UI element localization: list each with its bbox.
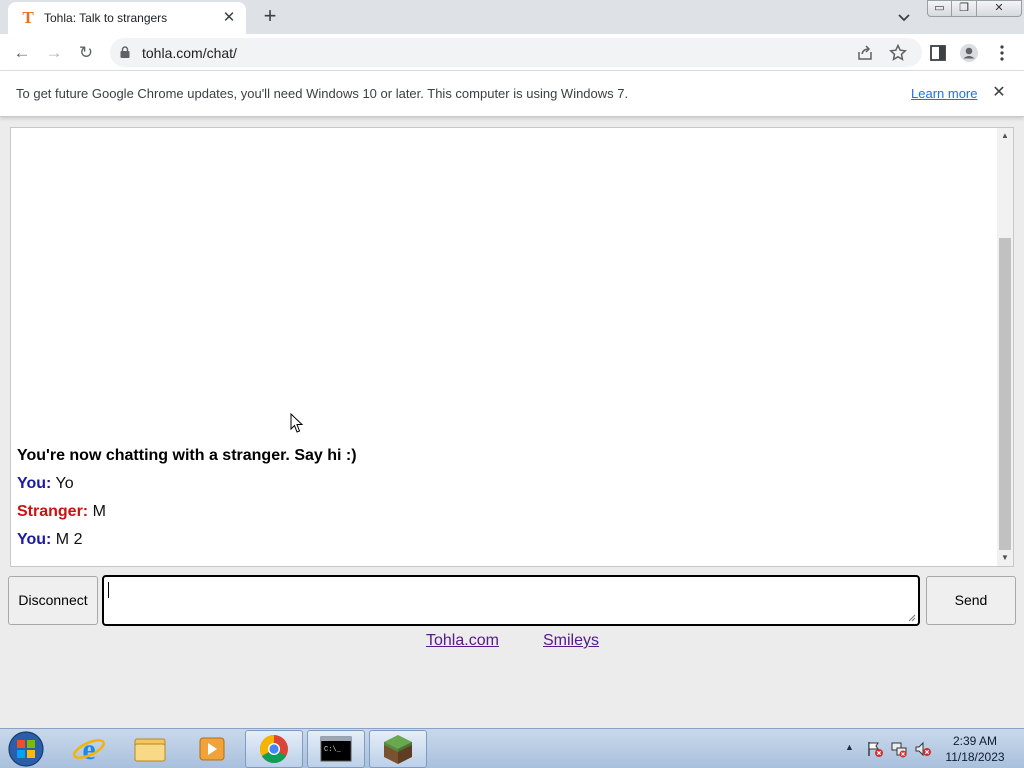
side-panel-icon[interactable] bbox=[928, 43, 948, 63]
chat-message: Stranger: M bbox=[17, 498, 977, 526]
tab-close-icon[interactable]: ✕ bbox=[220, 9, 238, 27]
text-caret bbox=[108, 582, 109, 598]
scroll-thumb[interactable] bbox=[999, 238, 1011, 550]
send-button[interactable]: Send bbox=[926, 576, 1016, 625]
new-tab-button[interactable]: + bbox=[258, 5, 282, 29]
reload-button[interactable]: ↻ bbox=[73, 40, 99, 66]
chat-message: You: M 2 bbox=[17, 526, 977, 554]
minimize-button[interactable]: ▭ bbox=[927, 0, 952, 17]
share-icon[interactable] bbox=[856, 44, 874, 62]
learn-more-link[interactable]: Learn more bbox=[911, 86, 977, 101]
message-text: M 2 bbox=[51, 531, 83, 548]
windows-start-button-icon[interactable] bbox=[6, 730, 46, 768]
browser-tab[interactable]: T Tohla: Talk to strangers ✕ bbox=[8, 2, 246, 34]
volume-muted-icon[interactable] bbox=[914, 740, 932, 758]
clock-time: 2:39 AM bbox=[952, 734, 998, 748]
internet-explorer-icon: e bbox=[73, 733, 105, 766]
taskbar-internet-explorer[interactable]: e bbox=[60, 730, 118, 768]
taskbar-minecraft[interactable] bbox=[369, 730, 427, 768]
back-button[interactable]: ← bbox=[9, 40, 35, 66]
network-icon[interactable] bbox=[890, 740, 908, 758]
browser-toolbar: ← → ↻ tohla.com/chat/ bbox=[0, 34, 1024, 71]
sender-label: You: bbox=[17, 475, 52, 492]
mouse-pointer-icon bbox=[290, 413, 304, 433]
maximize-button[interactable]: ❐ bbox=[952, 0, 977, 17]
forward-button[interactable]: → bbox=[41, 40, 67, 66]
chat-message: You: Yo bbox=[17, 470, 977, 498]
sender-label: You: bbox=[17, 531, 52, 548]
windows-taskbar: e C:\_ ▲ 2:39 AM 11/18/2023 bbox=[0, 728, 1024, 768]
url-text[interactable]: tohla.com/chat/ bbox=[142, 45, 237, 61]
lock-icon[interactable] bbox=[120, 46, 130, 58]
svg-text:e: e bbox=[82, 733, 95, 766]
update-infobar: To get future Google Chrome updates, you… bbox=[0, 71, 1024, 117]
resize-handle-icon[interactable] bbox=[908, 614, 916, 622]
command-prompt-icon: C:\_ bbox=[320, 736, 352, 762]
show-hidden-icons-button[interactable]: ▲ bbox=[845, 742, 855, 752]
chrome-icon bbox=[260, 735, 288, 763]
address-bar[interactable]: tohla.com/chat/ bbox=[110, 38, 922, 67]
tab-title: Tohla: Talk to strangers bbox=[44, 11, 168, 25]
taskbar-command-prompt[interactable]: C:\_ bbox=[307, 730, 365, 768]
system-clock[interactable]: 2:39 AM 11/18/2023 bbox=[940, 733, 1010, 765]
close-window-button[interactable]: ✕ bbox=[977, 0, 1022, 17]
window-controls: ▭ ❐ ✕ bbox=[927, 0, 1022, 18]
message-text: Yo bbox=[51, 475, 74, 492]
scroll-down-arrow-icon[interactable]: ▼ bbox=[997, 550, 1013, 566]
taskbar-windows-explorer[interactable] bbox=[121, 730, 179, 768]
disconnect-button[interactable]: Disconnect bbox=[8, 576, 98, 625]
taskbar-chrome[interactable] bbox=[245, 730, 303, 768]
menu-kebab-icon[interactable] bbox=[992, 43, 1012, 63]
infobar-close-icon[interactable]: ✕ bbox=[990, 84, 1008, 102]
scroll-up-arrow-icon[interactable]: ▲ bbox=[997, 128, 1013, 144]
taskbar-media-player[interactable] bbox=[183, 730, 241, 768]
svg-text:C:\_: C:\_ bbox=[324, 746, 342, 754]
message-text: M bbox=[88, 503, 106, 520]
action-center-flag-icon[interactable] bbox=[866, 740, 884, 758]
chat-status-message: You're now chatting with a stranger. Say… bbox=[17, 447, 357, 464]
chat-log[interactable]: You're now chatting with a stranger. Say… bbox=[10, 127, 1014, 567]
smileys-link[interactable]: Smileys bbox=[543, 632, 599, 650]
minecraft-grass-block-icon bbox=[384, 735, 412, 764]
sender-label: Stranger: bbox=[17, 503, 89, 520]
tohla-home-link[interactable]: Tohla.com bbox=[426, 632, 499, 650]
tab-strip: T Tohla: Talk to strangers ✕ + ▭ ❐ ✕ bbox=[0, 0, 1024, 34]
infobar-message: To get future Google Chrome updates, you… bbox=[16, 86, 629, 101]
chat-scrollbar[interactable]: ▲ ▼ bbox=[997, 128, 1013, 566]
message-list: You're now chatting with a stranger. Say… bbox=[17, 442, 977, 554]
clock-date: 11/18/2023 bbox=[945, 750, 1005, 764]
media-player-icon bbox=[199, 737, 225, 761]
bookmark-star-icon[interactable] bbox=[889, 44, 907, 62]
folder-icon bbox=[134, 738, 166, 762]
profile-avatar-icon[interactable] bbox=[959, 43, 979, 63]
tohla-favicon-icon: T bbox=[22, 8, 34, 27]
tab-search-icon[interactable] bbox=[894, 7, 914, 27]
message-input[interactable] bbox=[102, 575, 920, 626]
